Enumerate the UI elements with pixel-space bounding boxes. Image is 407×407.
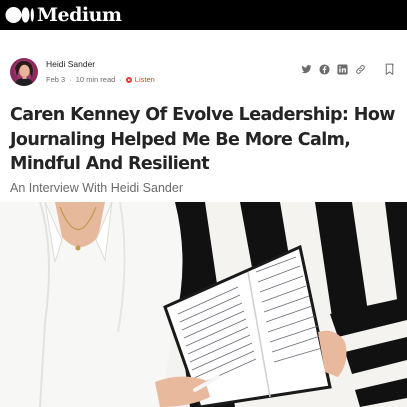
bookmark-icon[interactable] — [384, 63, 395, 75]
publish-date: Feb 3 — [46, 75, 66, 84]
share-toolbar — [294, 63, 395, 75]
read-time: 10 min read — [75, 75, 116, 84]
author-meta: Heidi Sander Feb 3 · 10 min read · Liste… — [46, 59, 155, 85]
article-subtitle: An Interview With Heidi Sander — [10, 181, 183, 195]
play-icon — [125, 77, 132, 83]
article-title: Caren Kenney Of Evolve Leadership: How J… — [10, 105, 395, 174]
listen-button[interactable]: Listen — [125, 75, 155, 85]
link-icon[interactable] — [355, 64, 366, 75]
brand-home-link[interactable]: Medium — [5, 0, 122, 30]
meta-separator: · — [119, 75, 122, 84]
avatar[interactable] — [10, 58, 38, 86]
hero-image — [0, 202, 407, 407]
meta-separator: · — [69, 75, 72, 84]
top-bar: Medium — [0, 0, 407, 30]
article-page: Medium Heidi Sander Feb 3 · 10 min read … — [0, 0, 407, 407]
medium-logo-icon — [5, 5, 35, 25]
linkedin-icon[interactable] — [337, 64, 348, 75]
brand-name: Medium — [37, 3, 122, 26]
meta-line: Feb 3 · 10 min read · Listen — [46, 75, 155, 85]
twitter-icon[interactable] — [301, 64, 312, 75]
author-name-link[interactable]: Heidi Sander — [46, 59, 155, 70]
listen-label: Listen — [134, 75, 155, 84]
facebook-icon[interactable] — [319, 64, 330, 75]
